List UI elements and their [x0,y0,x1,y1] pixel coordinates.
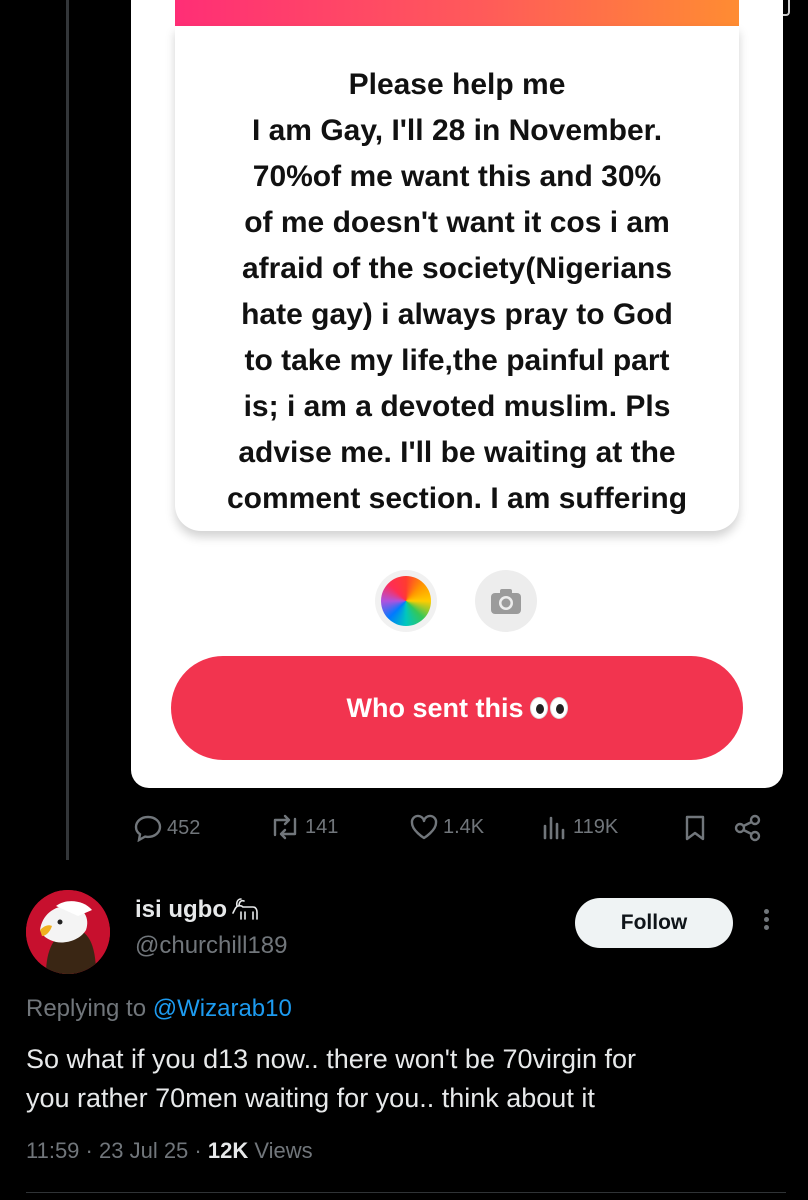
color-wheel-icon [381,576,431,626]
views-count: 119K [573,815,619,838]
who-sent-this-label: Who sent this [346,692,524,723]
thread-connector-line [66,0,69,860]
reply-count: 452 [167,816,201,839]
heart-icon [410,814,438,840]
replying-to-prefix: Replying to [26,995,147,1022]
follow-button[interactable]: Follow [575,898,733,948]
divider [26,1192,786,1193]
camera-icon [491,589,521,614]
repost-action[interactable]: 141 [269,814,338,840]
share-icon [734,814,761,842]
anonymous-message-box: Please help me I am Gay, I'll 28 in Nove… [175,26,739,531]
who-sent-this-button[interactable]: Who sent this [171,656,743,760]
replying-to-mention[interactable]: @Wizarab10 [153,995,292,1022]
tweet-time[interactable]: 11:59 [26,1138,79,1163]
views-action[interactable]: 119K [541,814,618,840]
repost-count: 141 [305,815,339,838]
tweet-date[interactable]: 23 Jul 25 [99,1138,188,1163]
replying-to-line: Replying to @Wizarab10 [26,995,292,1023]
camera-button[interactable] [475,570,537,632]
eyes-emoji-icon [529,697,568,719]
analytics-icon [543,816,565,840]
display-name[interactable]: isi ugbo [135,896,261,924]
tweet-metadata: 11:59 · 23 Jul 25 · 12K Views [26,1138,313,1164]
meta-separator: · [85,1138,99,1163]
user-handle[interactable]: @churchill189 [135,932,287,960]
eagle-avatar-icon [26,890,110,974]
avatar[interactable] [26,890,110,974]
embedded-image-card[interactable]: Please help me I am Gay, I'll 28 in Nove… [131,0,783,788]
meta-separator: · [194,1138,208,1163]
reply-icon [134,815,162,842]
bookmark-action[interactable] [683,814,707,842]
more-options-icon[interactable] [758,906,774,938]
reply-action[interactable]: 452 [133,814,200,842]
color-picker-button[interactable] [375,570,437,632]
like-count: 1.4K [443,815,485,838]
gradient-header-bar [175,0,739,26]
anonymous-message-text: Please help me I am Gay, I'll 28 in Nove… [226,68,688,515]
post-action-bar: 452 141 1.4K 119K [131,806,791,850]
reply-text: So what if you d13 now.. there won't be … [26,1044,637,1113]
goat-emoji-icon [232,898,258,920]
display-name-text: isi ugbo [135,896,227,923]
views-label: Views [254,1138,313,1163]
share-action[interactable] [733,814,763,842]
views-count-bold: 12K [207,1138,249,1163]
bookmark-icon [685,815,705,841]
like-action[interactable]: 1.4K [409,814,484,840]
repost-icon [273,814,297,840]
